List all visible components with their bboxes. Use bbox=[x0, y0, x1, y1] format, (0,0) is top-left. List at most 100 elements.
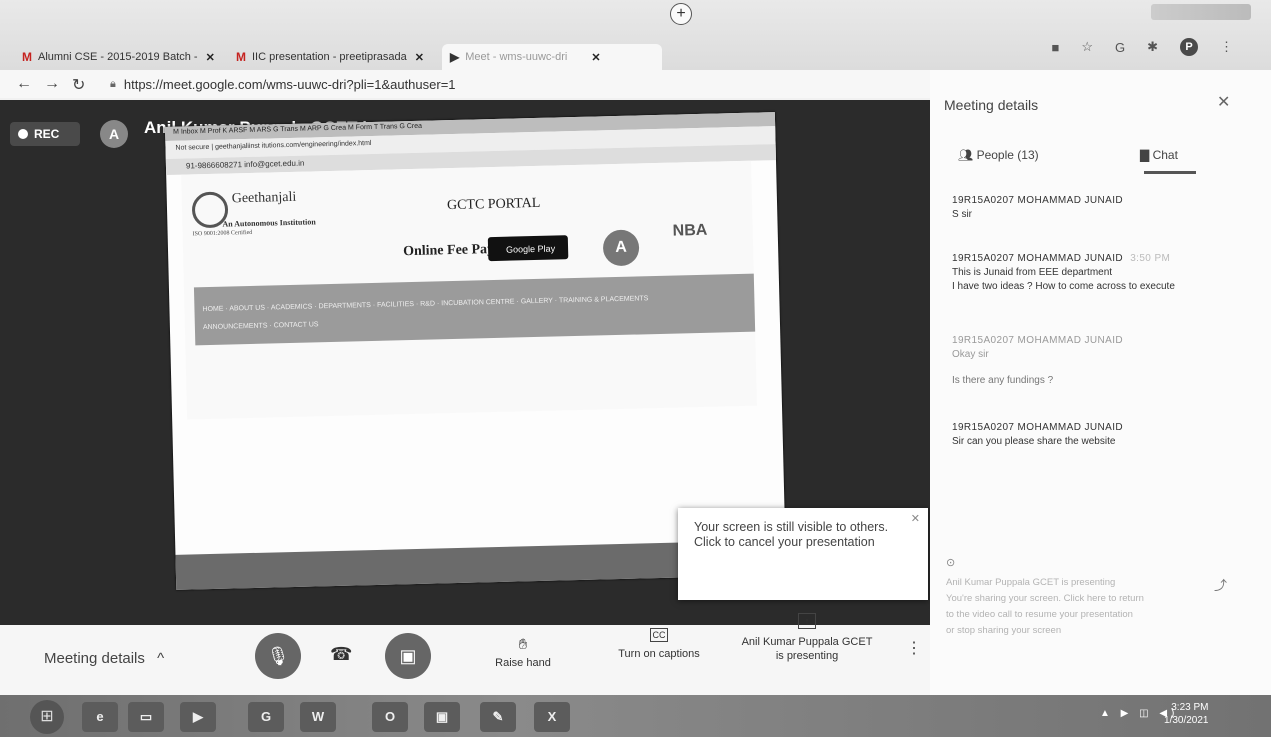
address-bar[interactable]: 🔒︎ https://meet.google.com/wms-uuwc-dri?… bbox=[110, 73, 490, 95]
presenter-avatar: A bbox=[100, 120, 128, 148]
forward-icon[interactable]: → bbox=[44, 75, 60, 93]
ie-icon[interactable]: e bbox=[82, 702, 118, 732]
meeting-details-label: Meeting details bbox=[44, 650, 145, 667]
captions-button[interactable]: CC Turn on captions bbox=[604, 628, 714, 660]
puzzle-icon[interactable]: ✱ bbox=[1147, 39, 1158, 55]
word-icon[interactable]: W bbox=[300, 702, 336, 732]
chat-sender: 19R15A0207 MOHAMMAD JUNAID bbox=[952, 422, 1124, 433]
mic-off-button[interactable]: 🎙︎ bbox=[255, 633, 301, 679]
shared-website: Geethanjali An Autonomous Institution IS… bbox=[181, 160, 757, 420]
open-icon[interactable]: ⤴ bbox=[1214, 575, 1227, 594]
chat-text: I have two ideas ? How to come across to… bbox=[952, 281, 1175, 292]
tab-meet[interactable]: ▶ Meet - wms-uuwc-dri ✕ bbox=[442, 44, 662, 70]
chat-sender-name: 19R15A0207 MOHAMMAD JUNAID bbox=[952, 253, 1124, 264]
close-icon[interactable]: ✕ bbox=[911, 512, 920, 527]
chat-message: 19R15A0207 MOHAMMAD JUNAID Okay sir Is t… bbox=[952, 334, 1232, 388]
clock[interactable]: 3:23 PM 1/30/2021 bbox=[1164, 701, 1209, 727]
photo-icon[interactable]: ▣ bbox=[424, 702, 460, 732]
chat-text: Is there any fundings ? bbox=[952, 375, 1054, 386]
chat-text: Sir can you please share the website bbox=[952, 436, 1116, 447]
url-text: https://meet.google.com/wms-uuwc-dri?pli… bbox=[123, 76, 456, 92]
naac-badge: A bbox=[602, 229, 640, 267]
tab-label: IIC presentation - preetiprasada bbox=[252, 51, 407, 63]
rec-label: REC bbox=[34, 127, 60, 141]
presenting-button[interactable]: ↑ Anil Kumar Puppala GCET is presenting bbox=[728, 613, 886, 663]
lock-icon: 🔒︎ bbox=[110, 77, 116, 90]
notice-line: Anil Kumar Puppala GCET is presenting bbox=[946, 577, 1116, 588]
clock-date: 1/30/2021 bbox=[1164, 715, 1209, 726]
gmail-icon: M bbox=[236, 50, 246, 64]
nba-logo: NBA bbox=[672, 221, 708, 240]
window-controls[interactable] bbox=[1151, 4, 1251, 20]
hang-up-button[interactable]: ☎ bbox=[330, 644, 352, 665]
paint-icon[interactable]: ✎ bbox=[480, 702, 516, 732]
captions-label: Turn on captions bbox=[618, 648, 700, 660]
gctc-portal-link: GCTC PORTAL bbox=[446, 195, 541, 214]
chat-tab-label: Chat bbox=[1152, 148, 1178, 162]
clock-time: 3:23 PM bbox=[1171, 702, 1209, 713]
folder-icon[interactable]: ▭ bbox=[128, 702, 164, 732]
chat-sender: 19R15A0207 MOHAMMAD JUNAID bbox=[952, 335, 1124, 346]
tab-alumni[interactable]: M Alumni CSE - 2015-2019 Batch - ✕ bbox=[14, 44, 224, 70]
close-icon[interactable]: ✕ bbox=[1217, 92, 1230, 112]
chat-text: Okay sir bbox=[952, 349, 989, 360]
gmail-icon: M bbox=[22, 50, 32, 64]
tab-people[interactable]: 👥︎ People (13) bbox=[958, 148, 1039, 162]
back-icon[interactable]: ← bbox=[16, 75, 32, 93]
new-tab-button[interactable]: + bbox=[670, 3, 692, 25]
close-icon[interactable]: ✕ bbox=[415, 51, 424, 64]
chat-text: This is Junaid from EEE department bbox=[952, 267, 1113, 278]
chrome-icon[interactable]: G bbox=[248, 702, 284, 732]
notice-line: You're sharing your screen. Click here t… bbox=[946, 593, 1144, 604]
tab-iic-presentation[interactable]: M IIC presentation - preetiprasada ✕ bbox=[228, 44, 438, 70]
record-dot-icon bbox=[18, 129, 28, 139]
chat-text: S sir bbox=[952, 209, 972, 220]
star-icon[interactable]: ☆ bbox=[1081, 39, 1093, 55]
meeting-details-toggle[interactable]: Meeting details ^ bbox=[44, 650, 164, 667]
active-tab-indicator bbox=[1144, 171, 1196, 174]
presenting-notice: Anil Kumar Puppala GCET is presenting Yo… bbox=[946, 575, 1196, 639]
mic-off-icon: 🎙︎ bbox=[266, 646, 290, 666]
raise-hand-label: Raise hand bbox=[495, 657, 551, 669]
close-icon[interactable]: ✕ bbox=[591, 51, 600, 64]
tab-label: Meet - wms-uuwc-dri bbox=[465, 51, 568, 63]
notice-line: to the video call to resume your present… bbox=[946, 609, 1133, 620]
presenting-line-2: is presenting bbox=[775, 650, 839, 662]
chat-sender: 19R15A0207 MOHAMMAD JUNAID bbox=[952, 195, 1124, 206]
chat-message: 19R15A0207 MOHAMMAD JUNAID Sir can you p… bbox=[952, 421, 1232, 449]
start-button-icon[interactable]: ⊞ bbox=[30, 700, 64, 734]
present-screen-icon: ↑ bbox=[798, 613, 816, 629]
panel-title: Meeting details bbox=[944, 97, 1039, 113]
raise-hand-button[interactable]: ✋︎ Raise hand bbox=[488, 636, 558, 669]
profile-avatar[interactable]: P bbox=[1180, 38, 1198, 56]
opera-icon[interactable]: O bbox=[372, 702, 408, 732]
hand-icon: ✋︎ bbox=[518, 636, 528, 653]
chevron-up-icon: ^ bbox=[157, 650, 165, 667]
tab-chat[interactable]: ▇ Chat bbox=[1140, 148, 1178, 162]
chat-message: 19R15A0207 MOHAMMAD JUNAID S sir bbox=[952, 194, 1232, 222]
tab-label: Alumni CSE - 2015-2019 Batch - bbox=[38, 51, 198, 63]
meet-icon: ▶ bbox=[450, 50, 460, 64]
google-play-badge: Google Play bbox=[487, 235, 569, 262]
toolbar-icons: ■ ☆ G ✱ P ⋮ bbox=[1051, 38, 1233, 56]
college-name: Geethanjali bbox=[231, 189, 297, 207]
still-visible-popover[interactable]: ✕ Your screen is still visible to others… bbox=[678, 508, 928, 600]
excel-icon[interactable]: X bbox=[534, 702, 570, 732]
reload-icon[interactable]: ↻ bbox=[72, 75, 85, 95]
menu-icon[interactable]: ⋮ bbox=[1220, 39, 1233, 55]
people-tab-label: People (13) bbox=[976, 148, 1039, 162]
present-icon: ⊙ bbox=[946, 557, 956, 569]
more-options-icon[interactable]: ⋮ bbox=[906, 638, 922, 658]
close-icon[interactable]: ✕ bbox=[206, 51, 215, 64]
presenting-line-1: Anil Kumar Puppala GCET bbox=[741, 636, 873, 648]
camera-icon[interactable]: ■ bbox=[1051, 40, 1059, 55]
media-player-icon[interactable]: ▶ bbox=[180, 702, 216, 732]
camera-off-icon: ▣ bbox=[399, 646, 417, 666]
extension-g-icon[interactable]: G bbox=[1115, 40, 1125, 55]
chat-sender: 19R15A0207 MOHAMMAD JUNAID 3:50 PM bbox=[952, 252, 1232, 266]
people-icon: 👥︎ bbox=[958, 148, 974, 162]
college-cert: ISO 9001:2008 Certified bbox=[192, 229, 253, 238]
college-tagline: An Autonomous Institution bbox=[222, 217, 316, 229]
recording-badge: REC bbox=[10, 122, 80, 146]
camera-off-button[interactable]: ▣ bbox=[385, 633, 431, 679]
